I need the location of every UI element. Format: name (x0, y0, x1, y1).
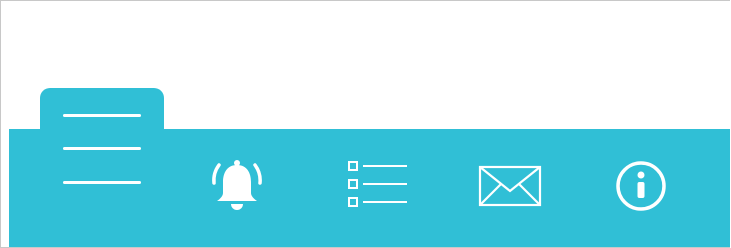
bell-icon (212, 160, 262, 210)
checklist-button[interactable] (335, 151, 421, 221)
info-button[interactable] (601, 151, 681, 221)
app-frame (0, 0, 730, 248)
info-icon (616, 161, 666, 211)
notifications-button[interactable] (197, 151, 277, 221)
menu-button[interactable] (47, 101, 157, 201)
hamburger-menu-icon (63, 114, 141, 184)
envelope-icon (478, 165, 542, 207)
mail-button[interactable] (468, 151, 554, 221)
checklist-icon (348, 161, 407, 207)
